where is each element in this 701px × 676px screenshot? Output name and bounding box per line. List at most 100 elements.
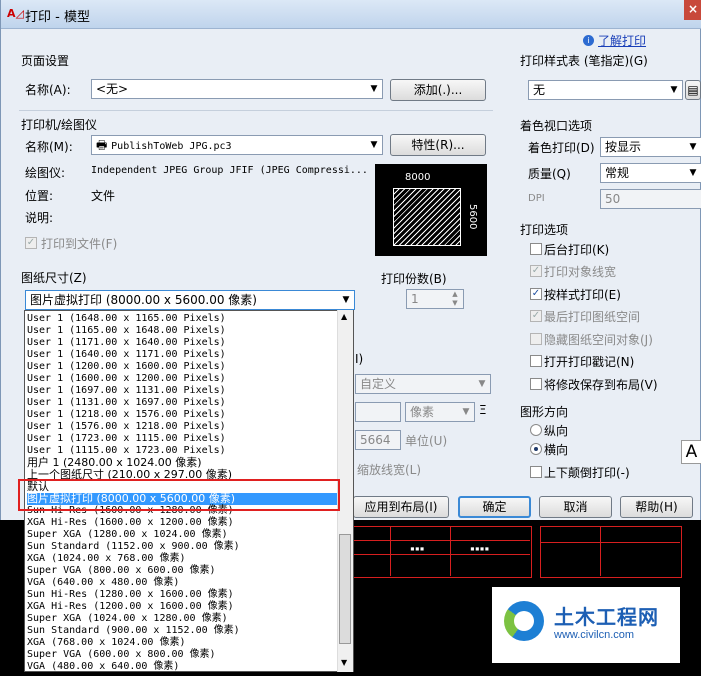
watermark-title: 土木工程网 [554, 605, 659, 629]
add-page-setup-button[interactable]: 添加(.)... [390, 79, 486, 101]
print-to-file-checkbox[interactable]: ✓ [25, 237, 37, 249]
ok-button[interactable]: 确定 [458, 496, 531, 518]
scale-height-field[interactable]: 5664 [355, 430, 401, 450]
plot-area-combo[interactable]: 自定义 ▼ [355, 374, 491, 394]
dropdown-item[interactable]: User 1 (1131.00 x 1697.00 Pixels) [27, 397, 337, 409]
location-value: 文件 [91, 189, 116, 203]
plot-with-styles-checkbox[interactable]: ✓ [530, 288, 542, 300]
cancel-button[interactable]: 取消 [539, 496, 612, 518]
page-setup-name-combo[interactable]: <无> ▼ [91, 79, 383, 99]
close-icon[interactable]: × [684, 0, 701, 20]
scale-units-value: 像素 [410, 405, 435, 419]
orientation-preview-icon: A [681, 440, 701, 464]
scroll-up-icon[interactable]: ▲ [341, 312, 347, 321]
dropdown-item[interactable]: XGA Hi-Res (1200.00 x 1600.00 像素) [27, 601, 337, 613]
dropdown-scroll-thumb[interactable] [339, 534, 351, 644]
dropdown-item[interactable]: Super VGA (800.00 x 600.00 像素) [27, 565, 337, 577]
printer-icon: 🖶 [96, 138, 108, 152]
paper-size-heading: 图纸尺寸(Z) [21, 271, 87, 285]
copies-spinner[interactable]: 1 ▲ ▼ [406, 289, 464, 309]
chevron-down-icon: ▼ [342, 295, 350, 305]
landscape-radio[interactable] [530, 443, 542, 455]
dropdown-item[interactable]: User 1 (1600.00 x 1200.00 Pixels) [27, 373, 337, 385]
cad-text: ▪▪▪ [410, 544, 425, 553]
portrait-radio[interactable] [530, 424, 542, 436]
plot-with-styles-label: 按样式打印(E) [544, 288, 621, 302]
dropdown-item[interactable]: User 1 (1697.00 x 1131.00 Pixels) [27, 385, 337, 397]
edit-plot-style-button[interactable]: ▤ [685, 80, 701, 100]
save-changes-to-layout-label: 将修改保存到布局(V) [544, 378, 658, 392]
dropdown-item[interactable]: Super XGA (1280.00 x 1024.00 像素) [27, 529, 337, 541]
plot-stamp-label: 打开打印戳记(N) [544, 355, 635, 369]
dropdown-item[interactable]: User 1 (1200.00 x 1600.00 Pixels) [27, 361, 337, 373]
chevron-down-icon: ▼ [689, 168, 697, 178]
dropdown-item[interactable]: Sun Standard (900.00 x 1152.00 像素) [27, 625, 337, 637]
dropdown-item[interactable]: VGA (480.00 x 640.00 像素) [27, 661, 337, 671]
page-setup-name-label: 名称(A): [25, 83, 71, 97]
hide-paperspace-objects-checkbox[interactable] [530, 333, 542, 345]
dropdown-item[interactable]: User 1 (1648.00 x 1165.00 Pixels) [27, 313, 337, 325]
preview-width: 8000 [403, 172, 433, 183]
dropdown-item[interactable]: Sun Hi-Res (1280.00 x 1600.00 像素) [27, 589, 337, 601]
description-label: 说明: [25, 211, 54, 225]
hide-paperspace-objects-label: 隐藏图纸空间对象(J) [544, 333, 653, 347]
shade-plot-label: 着色打印(D) [528, 141, 595, 155]
dropdown-item[interactable]: User 1 (1171.00 x 1640.00 Pixels) [27, 337, 337, 349]
help-button[interactable]: 帮助(H) [620, 496, 693, 518]
spinner-arrows-icon: ▲ ▼ [452, 290, 458, 307]
dropdown-item[interactable]: Sun Standard (1152.00 x 900.00 像素) [27, 541, 337, 553]
plot-style-value: 无 [533, 83, 546, 97]
dropdown-item[interactable]: Super XGA (1024.00 x 1280.00 像素) [27, 613, 337, 625]
plot-paperspace-last-checkbox[interactable]: ✓ [530, 310, 542, 322]
printer-name-label: 名称(M): [25, 140, 73, 154]
apply-to-layout-button[interactable]: 应用到布局(I) [353, 496, 449, 518]
plot-upside-down-checkbox[interactable] [530, 466, 542, 478]
dpi-value: 50 [605, 192, 621, 206]
learn-about-plotting-link[interactable]: 了解打印 [598, 32, 646, 49]
scroll-down-icon[interactable]: ▼ [341, 658, 347, 667]
quality-combo[interactable]: 常规 ▼ [600, 163, 701, 183]
preview-paper-hatch [393, 188, 461, 246]
printer-name-combo[interactable]: 🖶 PublishToWeb JPG.pc3 ▼ [91, 135, 383, 155]
dropdown-item[interactable]: User 1 (1723.00 x 1115.00 Pixels) [27, 433, 337, 445]
dropdown-item[interactable]: Super VGA (600.00 x 800.00 像素) [27, 649, 337, 661]
scale-value-field[interactable] [355, 402, 401, 422]
partial-label: I) [355, 352, 364, 366]
dropdown-item[interactable]: User 1 (1640.00 x 1171.00 Pixels) [27, 349, 337, 361]
cad-text: ▪▪▪▪ [470, 544, 490, 553]
plot-paperspace-last-label: 最后打印图纸空间 [544, 310, 641, 324]
quality-value: 常规 [605, 166, 630, 180]
plot-lineweights-checkbox[interactable]: ✓ [530, 265, 542, 277]
plot-lineweights-label: 打印对象线宽 [544, 265, 617, 279]
logo-inner [514, 611, 534, 631]
dropdown-item[interactable]: User 1 (1576.00 x 1218.00 Pixels) [27, 421, 337, 433]
red-highlight-box [18, 479, 340, 511]
title-bar: A◿ 打印 - 模型 × [1, 0, 701, 29]
print-to-file-label: 打印到文件(F) [41, 237, 118, 251]
dropdown-item[interactable]: User 1 (1218.00 x 1576.00 Pixels) [27, 409, 337, 421]
plot-style-combo[interactable]: 无 ▼ [528, 80, 683, 100]
divider [19, 110, 493, 111]
background-plot-checkbox[interactable] [530, 243, 542, 255]
dropdown-item[interactable]: XGA Hi-Res (1600.00 x 1200.00 像素) [27, 517, 337, 529]
paper-size-combo[interactable]: 图片虚拟打印 (8000.00 x 5600.00 像素) ▼ [25, 290, 355, 310]
background-plot-label: 后台打印(K) [544, 243, 610, 257]
plotter-value: Independent JPEG Group JFIF (JPEG Compre… [91, 165, 368, 176]
plot-stamp-checkbox[interactable] [530, 355, 542, 367]
dropdown-item[interactable]: VGA (640.00 x 480.00 像素) [27, 577, 337, 589]
dropdown-item[interactable]: XGA (768.00 x 1024.00 像素) [27, 637, 337, 649]
plot-style-heading: 打印样式表 (笔指定)(G) [520, 54, 648, 68]
dropdown-item[interactable]: User 1 (1165.00 x 1648.00 Pixels) [27, 325, 337, 337]
dropdown-item[interactable]: XGA (1024.00 x 768.00 像素) [27, 553, 337, 565]
scale-units-combo[interactable]: 像素 ▼ [405, 402, 475, 422]
shade-plot-combo[interactable]: 按显示 ▼ [600, 137, 701, 157]
landscape-label: 横向 [544, 443, 569, 457]
chevron-down-icon: ▼ [670, 85, 678, 95]
scale-lineweights-label: 缩放线宽(L) [357, 463, 422, 477]
orientation-heading: 图形方向 [520, 405, 569, 419]
autocad-app-icon: A◿ [7, 7, 24, 20]
save-changes-to-layout-checkbox[interactable] [530, 378, 542, 390]
dpi-field[interactable]: 50 [600, 189, 701, 209]
cad-line [390, 526, 391, 576]
printer-properties-button[interactable]: 特性(R)... [390, 134, 486, 156]
